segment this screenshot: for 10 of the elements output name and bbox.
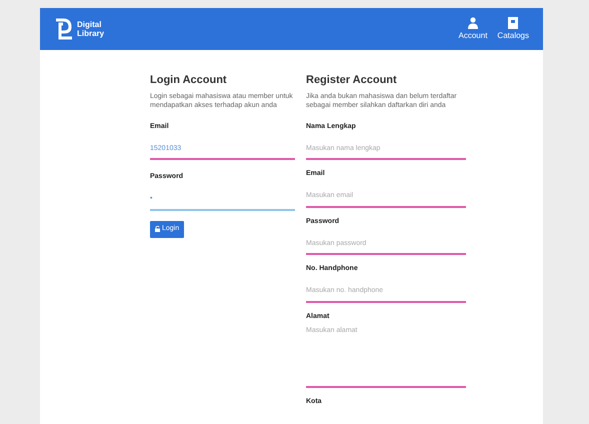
nav-link[interactable]: Account (458, 16, 488, 42)
logo-text: Digital (77, 20, 102, 29)
nav-link[interactable]: Catalogs (497, 16, 529, 42)
section-title: Login Account (150, 73, 228, 88)
logo-text: Library (77, 29, 104, 38)
logo-icon (54, 18, 74, 40)
lock-icon (155, 226, 160, 232)
section-title: Register Account (306, 73, 398, 88)
user-icon (468, 16, 478, 28)
book-icon (508, 16, 518, 28)
